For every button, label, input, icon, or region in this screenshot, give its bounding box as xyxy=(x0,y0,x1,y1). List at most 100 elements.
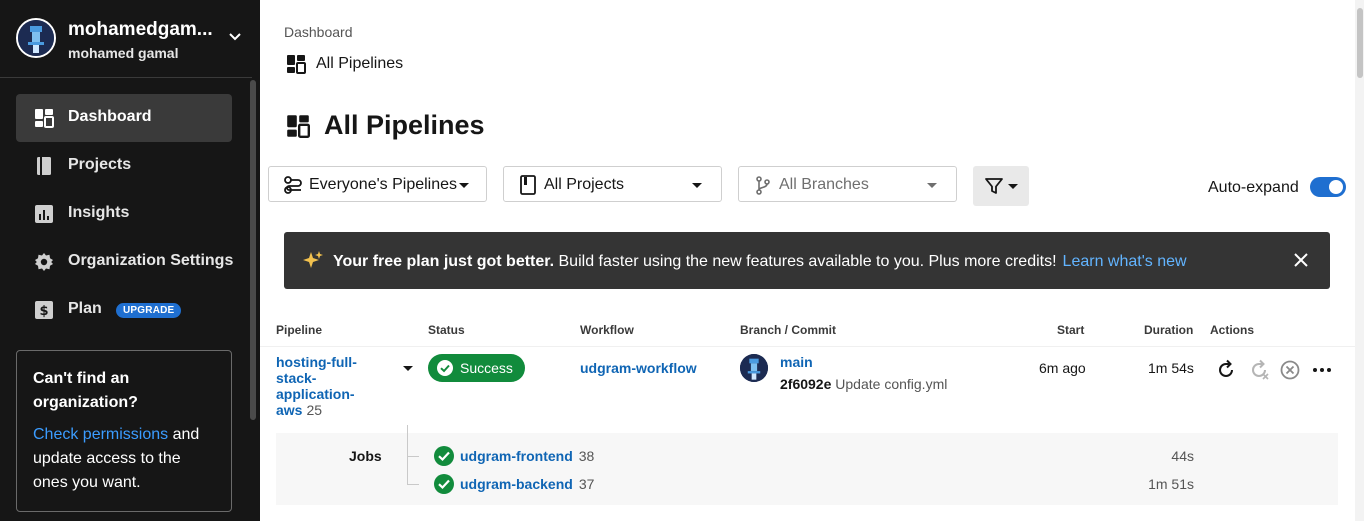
sidebar-item-label: Plan xyxy=(68,300,102,317)
sidebar-item-label: Insights xyxy=(68,204,130,221)
dashboard-icon xyxy=(287,114,310,138)
org-help-text: Check permissions and update access to t… xyxy=(33,423,215,495)
pipeline-duration: 1m 54s xyxy=(1148,360,1194,376)
check-circle-icon xyxy=(437,360,453,376)
pipeline-start: 6m ago xyxy=(1039,360,1086,376)
column-header-pipeline: Pipeline xyxy=(276,323,323,337)
sidebar-item-label: Dashboard xyxy=(68,108,152,125)
user-avatar xyxy=(16,18,56,58)
pipelines-filter-select[interactable]: Everyone's Pipelines xyxy=(268,166,487,202)
commit-hash[interactable]: 2f6092e xyxy=(780,376,831,392)
org-help-box: Can't find an organization? Check permis… xyxy=(16,350,232,512)
column-header-branch-commit: Branch / Commit xyxy=(740,323,837,337)
main-scrollbar-track[interactable] xyxy=(1355,0,1364,521)
expand-row-caret[interactable] xyxy=(403,366,413,371)
banner-message: Your free plan just got better. Build fa… xyxy=(333,253,1187,271)
svg-text:$: $ xyxy=(39,304,48,319)
upgrade-badge[interactable]: UPGRADE xyxy=(116,303,182,318)
learn-whats-new-link[interactable]: Learn what's new xyxy=(1063,253,1187,270)
page-title: All Pipelines xyxy=(324,110,485,140)
job-duration: 44s xyxy=(1171,448,1194,464)
gear-icon xyxy=(35,253,53,271)
advanced-filter-button[interactable] xyxy=(973,166,1029,206)
table-divider xyxy=(260,346,1355,347)
job-duration: 1m 51s xyxy=(1148,476,1194,492)
caret-down-icon xyxy=(692,183,702,188)
branches-filter-select[interactable]: All Branches xyxy=(738,166,957,202)
rerun-icon[interactable] xyxy=(1215,359,1237,381)
branch-icon xyxy=(756,176,770,195)
check-permissions-link[interactable]: Check permissions xyxy=(33,426,168,443)
jobs-panel xyxy=(276,433,1338,505)
sidebar-item-organization-settings[interactable]: Organization Settings xyxy=(16,238,234,286)
pipeline-number: 25 xyxy=(306,402,323,418)
branches-filter-value: All Branches xyxy=(779,176,869,193)
sidebar: mohamedgam... mohamed gamal Dashboard Pr… xyxy=(0,0,260,521)
workflow-link[interactable]: udgram-workflow xyxy=(580,360,697,376)
pipelines-icon xyxy=(284,176,302,194)
sidebar-item-insights[interactable]: Insights xyxy=(16,190,232,238)
success-check-icon xyxy=(434,474,454,494)
success-check-icon xyxy=(434,446,454,466)
breadcrumb-current: All Pipelines xyxy=(286,54,403,74)
promo-banner: Your free plan just got better. Build fa… xyxy=(284,232,1330,289)
commit-message: Update config.yml xyxy=(835,376,948,392)
filter-icon xyxy=(985,178,1003,194)
job-number: 37 xyxy=(578,476,595,492)
toggle-knob xyxy=(1329,180,1343,194)
page-title-row: All Pipelines xyxy=(286,110,485,141)
sidebar-scrollbar[interactable] xyxy=(250,80,256,420)
book-icon xyxy=(520,175,536,195)
commit-author-avatar xyxy=(740,354,768,382)
status-label: Success xyxy=(460,360,513,376)
job-link[interactable]: udgram-backend 37 xyxy=(460,476,594,492)
banner-message-text: Build faster using the new features avai… xyxy=(554,253,1057,270)
book-icon xyxy=(37,157,51,175)
column-header-start: Start xyxy=(1057,323,1085,337)
org-help-title: Can't find an organization? xyxy=(33,370,138,411)
jobs-label: Jobs xyxy=(349,448,382,464)
caret-down-icon xyxy=(1008,184,1018,189)
user-name: mohamedgam... xyxy=(68,19,213,40)
branch-link[interactable]: main xyxy=(780,354,813,370)
breadcrumb-root[interactable]: Dashboard xyxy=(284,24,353,40)
main-scrollbar-thumb[interactable] xyxy=(1357,8,1363,78)
sparkle-icon xyxy=(303,251,323,268)
commit-info: 2f6092e Update config.yml xyxy=(780,376,947,392)
user-menu[interactable]: mohamedgam... mohamed gamal xyxy=(0,0,252,78)
chevron-down-icon[interactable] xyxy=(228,30,242,44)
tree-connector xyxy=(407,425,408,484)
sidebar-item-label: Organization Settings xyxy=(68,252,234,269)
column-header-actions: Actions xyxy=(1210,323,1255,337)
projects-filter-select[interactable]: All Projects xyxy=(503,166,722,202)
more-options-icon[interactable] xyxy=(1311,359,1333,381)
dollar-icon: $ xyxy=(35,301,53,319)
job-number: 38 xyxy=(578,448,595,464)
cancel-icon[interactable] xyxy=(1279,359,1301,381)
sidebar-item-label: Projects xyxy=(68,156,132,173)
sidebar-item-plan[interactable]: $ Plan UPGRADE xyxy=(16,286,232,334)
auto-expand-label: Auto-expand xyxy=(1208,179,1299,196)
pipelines-filter-value: Everyone's Pipelines xyxy=(309,176,458,193)
user-handle: mohamed gamal xyxy=(68,45,179,61)
dashboard-icon xyxy=(35,109,54,128)
sidebar-item-dashboard[interactable]: Dashboard xyxy=(16,94,232,142)
status-badge[interactable]: Success xyxy=(428,354,525,382)
dashboard-icon xyxy=(287,55,306,74)
rerun-failed-icon[interactable] xyxy=(1248,359,1270,381)
caret-down-icon xyxy=(459,183,469,188)
pipeline-link[interactable]: hosting-full-stack-application-aws 25 xyxy=(276,354,366,418)
tree-connector xyxy=(407,484,419,485)
auto-expand-toggle[interactable] xyxy=(1310,177,1346,197)
projects-filter-value: All Projects xyxy=(544,176,625,193)
job-link[interactable]: udgram-frontend 38 xyxy=(460,448,594,464)
banner-message-bold: Your free plan just got better. xyxy=(333,253,555,270)
caret-down-icon xyxy=(927,183,937,188)
job-name[interactable]: udgram-backend xyxy=(460,476,573,492)
sidebar-item-projects[interactable]: Projects xyxy=(16,142,232,190)
column-header-status: Status xyxy=(428,323,465,337)
column-header-duration: Duration xyxy=(1144,323,1194,337)
close-icon[interactable] xyxy=(1293,252,1309,268)
tree-connector xyxy=(407,456,419,457)
job-name[interactable]: udgram-frontend xyxy=(460,448,573,464)
